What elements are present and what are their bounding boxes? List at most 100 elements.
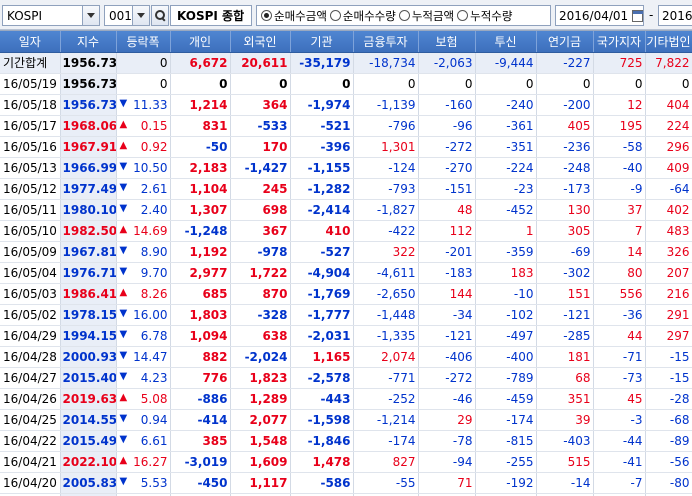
- value-cell: 130: [536, 199, 594, 221]
- value-cell: -71: [593, 346, 646, 368]
- date-cell: 16/04/27: [0, 367, 61, 389]
- change-value: 11.33: [133, 97, 168, 112]
- column-header[interactable]: 지수: [60, 31, 117, 53]
- change-value: 5.08: [140, 391, 168, 406]
- table-row[interactable]: 16/04/29 1994.15 ▼ 6.78 1,094 638 -2,031 -1,335…: [0, 325, 692, 347]
- index-cell: 1976.71: [60, 262, 117, 284]
- market-combo-dropdown-button[interactable]: [82, 6, 99, 25]
- value-cell: -15: [645, 367, 692, 389]
- radio-cumulative-quantity[interactable]: 누적수량: [457, 8, 512, 24]
- column-header[interactable]: 기타법인: [645, 31, 692, 53]
- table-row[interactable]: 16/04/22 2015.49 ▼ 6.61 385 1,548 -1,846 -174 -7…: [0, 430, 692, 452]
- value-cell: -302: [536, 262, 594, 284]
- value-cell: 195: [593, 115, 646, 137]
- column-header[interactable]: 외국인: [230, 31, 291, 53]
- column-header[interactable]: 연기금: [536, 31, 594, 53]
- table-row[interactable]: 16/05/04 1976.71 ▼ 9.70 2,977 1,722 -4,904 -4,6…: [0, 262, 692, 284]
- value-cell: -497: [475, 325, 537, 347]
- column-header[interactable]: 국가지자: [593, 31, 646, 53]
- value-cell: -10: [475, 283, 537, 305]
- value-cell: -200: [536, 94, 594, 116]
- value-cell: -1,974: [290, 94, 354, 116]
- value-cell: -285: [536, 325, 594, 347]
- value-cell: -174: [475, 409, 537, 431]
- change-value: 16.27: [133, 454, 168, 469]
- date-to-field[interactable]: 2016/: [658, 5, 692, 26]
- value-cell: -978: [230, 241, 291, 263]
- column-header[interactable]: 기관: [290, 31, 354, 53]
- table-row[interactable]: 16/04/20 2005.83 ▼ 5.53 -450 1,117 -586 -55 71 -1…: [0, 472, 692, 494]
- table-row[interactable]: 16/05/03 1986.41 ▲ 8.26 685 870 -1,769 -2,650 14…: [0, 283, 692, 305]
- value-cell: 12: [593, 94, 646, 116]
- table-row[interactable]: 16/05/18 1956.73 ▼ 11.33 1,214 364 -1,974 -1,13…: [0, 94, 692, 116]
- index-cell: 1986.41: [60, 283, 117, 305]
- value-cell: -23: [475, 178, 537, 200]
- table-row[interactable]: 16/05/19 1956.73 0 0 0 0 0 0 0 0 0 0: [0, 73, 692, 95]
- column-header[interactable]: 일자: [0, 31, 61, 53]
- calendar-icon[interactable]: [632, 9, 643, 22]
- search-button[interactable]: [151, 5, 169, 26]
- table-row[interactable]: 16/04/25 2014.55 ▼ 0.94 -414 2,077 -1,598 -1,21…: [0, 409, 692, 431]
- table-row[interactable]: 16/04/28 2000.93 ▼ 14.47 882 -2,024 1,165 2,074…: [0, 346, 692, 368]
- code-combo[interactable]: 001: [104, 5, 150, 26]
- column-header[interactable]: 금융투자: [353, 31, 419, 53]
- down-arrow-icon: ▼: [119, 160, 128, 172]
- value-cell: 2,077: [230, 409, 291, 431]
- table-row[interactable]: 16/05/13 1966.99 ▼ 10.50 2,183 -1,427 -1,155 -1…: [0, 157, 692, 179]
- code-combo-value: 001: [109, 8, 132, 23]
- table-row[interactable]: 16/05/16 1967.91 ▲ 0.92 -50 170 -396 1,301 -272-…: [0, 136, 692, 158]
- market-combo[interactable]: KOSPI: [2, 5, 100, 26]
- index-cell: 1968.06: [60, 115, 117, 137]
- table-row[interactable]: 16/05/10 1982.50 ▲ 14.69 -1,248 367 410 -422 112…: [0, 220, 692, 242]
- radio-net-buy-amount[interactable]: 순매수금액: [261, 8, 327, 24]
- value-cell: -815: [475, 430, 537, 452]
- column-header[interactable]: 등락폭: [116, 31, 171, 53]
- table-row[interactable]: 16/05/11 1980.10 ▼ 2.40 1,307 698 -2,414 -1,827…: [0, 199, 692, 221]
- date-cell: 16/04/28: [0, 346, 61, 368]
- radio-cumulative-amount[interactable]: 누적금액: [398, 8, 454, 24]
- value-cell: 1,307: [170, 199, 231, 221]
- value-cell: 7: [593, 220, 646, 242]
- value-cell: -414: [170, 409, 231, 431]
- radio-net-buy-quantity[interactable]: 순매수수량: [329, 8, 396, 24]
- value-cell: -328: [230, 304, 291, 326]
- radio-unselected-icon: [398, 10, 410, 21]
- column-header[interactable]: 보험: [418, 31, 476, 53]
- column-header[interactable]: 투신: [475, 31, 537, 53]
- column-header[interactable]: 개인: [170, 31, 231, 53]
- date-from-field[interactable]: 2016/04/01: [555, 5, 644, 26]
- change-cell: ▼ 0.94: [116, 409, 171, 431]
- value-cell: -240: [475, 94, 537, 116]
- value-cell: 48: [418, 199, 476, 221]
- value-cell: -406: [418, 346, 476, 368]
- index-cell: 2015.49: [60, 430, 117, 452]
- index-cell: 2000.93: [60, 346, 117, 368]
- value-cell: -9: [593, 178, 646, 200]
- change-cell: ▼ 16.00: [116, 304, 171, 326]
- value-cell: 39: [536, 409, 594, 431]
- chevron-down-icon: [137, 13, 145, 18]
- change-cell: ▲ 0.92: [116, 136, 171, 158]
- table-row[interactable]: 16/05/09 1967.81 ▼ 8.90 1,192 -978 -527 322 -201…: [0, 241, 692, 263]
- table-row[interactable]: 16/04/21 2022.10 ▲ 16.27 -3,019 1,609 1,478 827…: [0, 451, 692, 473]
- date-cell: 16/04/22: [0, 430, 61, 452]
- value-cell: -1,248: [170, 220, 231, 242]
- value-cell: -351: [475, 136, 537, 158]
- chevron-down-icon: [87, 13, 95, 18]
- table-row[interactable]: 16/04/27 2015.40 ▼ 4.23 776 1,823 -2,578 -771 -2…: [0, 367, 692, 389]
- value-cell: -3,019: [170, 451, 231, 473]
- table-row[interactable]: 16/05/17 1968.06 ▲ 0.15 831 -533 -521 -796 -96 -3…: [0, 115, 692, 137]
- value-cell: -1,139: [353, 94, 419, 116]
- date-cell: 16/05/16: [0, 136, 61, 158]
- code-combo-dropdown-button[interactable]: [132, 6, 149, 25]
- table-row[interactable]: 16/04/26 2019.63 ▲ 5.08 -886 1,289 -443 -252 -46…: [0, 388, 692, 410]
- value-cell: 1,289: [230, 388, 291, 410]
- period-total-row[interactable]: 기간합계 1956.73 0 6,672 20,611 -35,179 -18,734 -2,…: [0, 52, 692, 74]
- value-cell: -121: [536, 304, 594, 326]
- date-cell: 16/04/20: [0, 472, 61, 494]
- value-cell: -9,444: [475, 52, 537, 74]
- table-row[interactable]: 16/05/02 1978.15 ▼ 16.00 1,803 -328 -1,777 -1,4…: [0, 304, 692, 326]
- value-cell: 2,183: [170, 157, 231, 179]
- table-row[interactable]: 16/05/12 1977.49 ▼ 2.61 1,104 245 -1,282 -793 -1…: [0, 178, 692, 200]
- change-value: 6.78: [140, 328, 168, 343]
